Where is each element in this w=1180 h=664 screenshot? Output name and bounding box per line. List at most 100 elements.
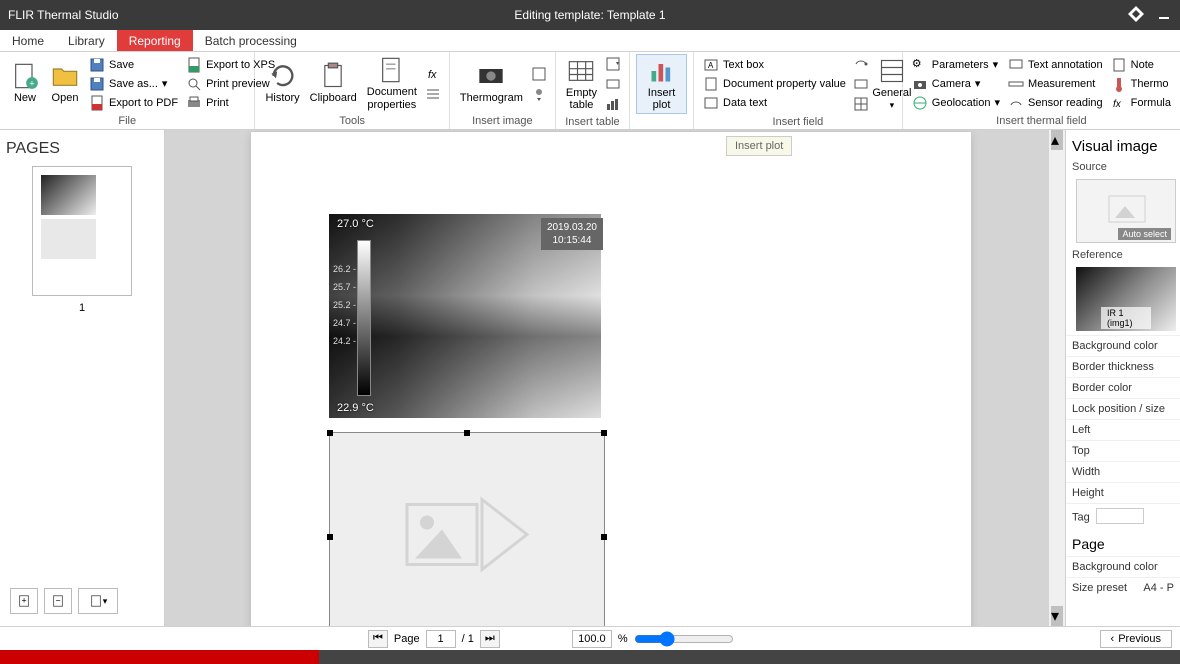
reference-name: IR 1 (img1) bbox=[1101, 307, 1151, 329]
menu-batch[interactable]: Batch processing bbox=[193, 30, 309, 51]
first-page-button[interactable]: ⏮ bbox=[368, 630, 388, 648]
clipboard-button[interactable]: Clipboard bbox=[306, 60, 361, 106]
zoom-slider[interactable] bbox=[634, 631, 734, 647]
formula-button[interactable]: fxFormula bbox=[1108, 94, 1174, 112]
insert-plot-button[interactable]: Insert plot bbox=[636, 54, 687, 114]
field-opt2-icon[interactable] bbox=[853, 76, 869, 92]
geolocation-button[interactable]: Geolocation ▾ bbox=[909, 94, 1003, 112]
new-button[interactable]: + New bbox=[6, 60, 44, 106]
group-label-insert-field: Insert field bbox=[694, 116, 902, 130]
image-option-icon[interactable] bbox=[531, 66, 547, 82]
properties-panel: Visual image Source Auto select Referenc… bbox=[1065, 130, 1180, 626]
last-page-button[interactable]: ⏭ bbox=[480, 630, 500, 648]
menu-reporting[interactable]: Reporting bbox=[117, 30, 193, 51]
border-thickness-row[interactable]: Border thickness bbox=[1066, 356, 1180, 377]
resize-handle[interactable] bbox=[464, 430, 470, 436]
group-label-thermal-field: Insert thermal field bbox=[903, 115, 1180, 129]
scroll-up-arrow[interactable]: ▴ bbox=[1051, 130, 1063, 150]
canvas-area[interactable]: 27.0 °C 22.9 °C 26.2 - 25.7 - 25.2 - 24.… bbox=[165, 130, 1065, 626]
text-annotation-button[interactable]: Text annotation bbox=[1005, 56, 1106, 74]
page-options-button[interactable]: ▾ bbox=[78, 588, 118, 614]
resize-handle[interactable] bbox=[601, 534, 607, 540]
field-opt1-icon[interactable] bbox=[853, 56, 869, 72]
ruler-icon bbox=[1008, 76, 1024, 92]
table-opt2-icon[interactable] bbox=[605, 76, 621, 92]
report-page[interactable]: 27.0 °C 22.9 °C 26.2 - 25.7 - 25.2 - 24.… bbox=[251, 132, 971, 626]
group-label-file: File bbox=[0, 115, 254, 129]
chevron-down-icon: ▾ bbox=[993, 58, 999, 71]
new-file-icon: + bbox=[11, 62, 39, 90]
sensor-reading-button[interactable]: Sensor reading bbox=[1005, 94, 1106, 112]
parameters-button[interactable]: ⚙Parameters ▾ bbox=[909, 56, 1003, 74]
resize-handle[interactable] bbox=[327, 534, 333, 540]
resize-handle[interactable] bbox=[601, 430, 607, 436]
page-bg-row[interactable]: Background color bbox=[1066, 556, 1180, 577]
document-title: Editing template: Template 1 bbox=[514, 8, 665, 22]
video-progress-bar[interactable] bbox=[0, 650, 1180, 664]
menu-home[interactable]: Home bbox=[0, 30, 56, 51]
tag-row[interactable]: Tag bbox=[1066, 503, 1180, 528]
annotation-icon bbox=[1008, 57, 1024, 73]
scale-ticks: 26.2 - 25.7 - 25.2 - 24.7 - 24.2 - bbox=[333, 260, 356, 350]
history-button[interactable]: History bbox=[261, 60, 303, 106]
svg-text:−: − bbox=[55, 596, 60, 606]
text-box-button[interactable]: AText box bbox=[700, 56, 849, 74]
page-thumbnail[interactable] bbox=[32, 166, 132, 296]
camera-button[interactable]: Camera ▾ bbox=[909, 75, 1003, 93]
empty-table-button[interactable]: Empty table bbox=[562, 55, 601, 113]
svg-text:fx: fx bbox=[1113, 99, 1122, 110]
export-pdf-button[interactable]: Export to PDF bbox=[86, 94, 181, 112]
thermo-button[interactable]: Thermo bbox=[1108, 75, 1174, 93]
insert-plot-tooltip: Insert plot bbox=[726, 136, 792, 156]
visual-image-object[interactable] bbox=[329, 432, 605, 626]
formula-icon[interactable]: fx bbox=[425, 66, 441, 82]
tag-input[interactable] bbox=[1096, 508, 1144, 524]
data-text-button[interactable]: Data text bbox=[700, 94, 849, 112]
height-row[interactable]: Height bbox=[1066, 482, 1180, 503]
open-button[interactable]: Open bbox=[46, 60, 84, 106]
field-opt3-icon[interactable] bbox=[853, 96, 869, 112]
list-icon[interactable] bbox=[425, 86, 441, 102]
image-dropdown-icon[interactable] bbox=[531, 86, 547, 102]
progress-fill bbox=[0, 650, 319, 664]
bar-chart-icon bbox=[648, 57, 676, 85]
thermogram-button[interactable]: Thermogram bbox=[456, 60, 527, 106]
vertical-scrollbar[interactable]: ▴ ▾ bbox=[1049, 130, 1065, 626]
previous-button[interactable]: ‹Previous bbox=[1100, 630, 1172, 648]
max-temp-label: 27.0 °C bbox=[337, 218, 374, 230]
scroll-down-arrow[interactable]: ▾ bbox=[1051, 606, 1063, 626]
bg-color-row[interactable]: Background color bbox=[1066, 335, 1180, 356]
chevron-down-icon: ▾ bbox=[162, 77, 168, 90]
data-text-icon bbox=[703, 95, 719, 111]
zoom-input[interactable] bbox=[572, 630, 612, 648]
lock-position-row[interactable]: Lock position / size bbox=[1066, 398, 1180, 419]
top-row[interactable]: Top bbox=[1066, 440, 1180, 461]
size-preset-row[interactable]: Size preset A4 - P bbox=[1066, 577, 1180, 598]
menu-library[interactable]: Library bbox=[56, 30, 117, 51]
save-as-button[interactable]: Save as... ▾ bbox=[86, 75, 181, 93]
reference-thumbnail[interactable]: IR 1 (img1) bbox=[1076, 267, 1176, 331]
measurement-button[interactable]: Measurement bbox=[1005, 75, 1106, 93]
note-button[interactable]: Note bbox=[1108, 56, 1174, 74]
left-row[interactable]: Left bbox=[1066, 419, 1180, 440]
border-color-row[interactable]: Border color bbox=[1066, 377, 1180, 398]
minimize-button[interactable] bbox=[1156, 6, 1172, 25]
add-page-button[interactable]: + bbox=[10, 588, 38, 614]
reference-label: Reference bbox=[1066, 247, 1180, 263]
delete-page-button[interactable]: − bbox=[44, 588, 72, 614]
pages-panel: PAGES 1 + − ▾ bbox=[0, 130, 165, 626]
table-opt1-icon[interactable] bbox=[605, 56, 621, 72]
doc-property-value-button[interactable]: Document property value bbox=[700, 75, 849, 93]
resize-handle[interactable] bbox=[327, 430, 333, 436]
table-opt3-icon[interactable] bbox=[605, 96, 621, 112]
thermogram-object[interactable]: 27.0 °C 22.9 °C 26.2 - 25.7 - 25.2 - 24.… bbox=[329, 214, 601, 418]
page-total: / 1 bbox=[462, 633, 474, 645]
width-row[interactable]: Width bbox=[1066, 461, 1180, 482]
source-thumbnail[interactable]: Auto select bbox=[1076, 179, 1176, 243]
source-label: Source bbox=[1066, 159, 1180, 175]
save-button[interactable]: Save bbox=[86, 56, 181, 74]
formula-fx-icon: fx bbox=[1111, 95, 1127, 111]
document-properties-button[interactable]: Document properties bbox=[363, 54, 421, 112]
page-number-input[interactable] bbox=[426, 630, 456, 648]
sensor-icon bbox=[1008, 95, 1024, 111]
